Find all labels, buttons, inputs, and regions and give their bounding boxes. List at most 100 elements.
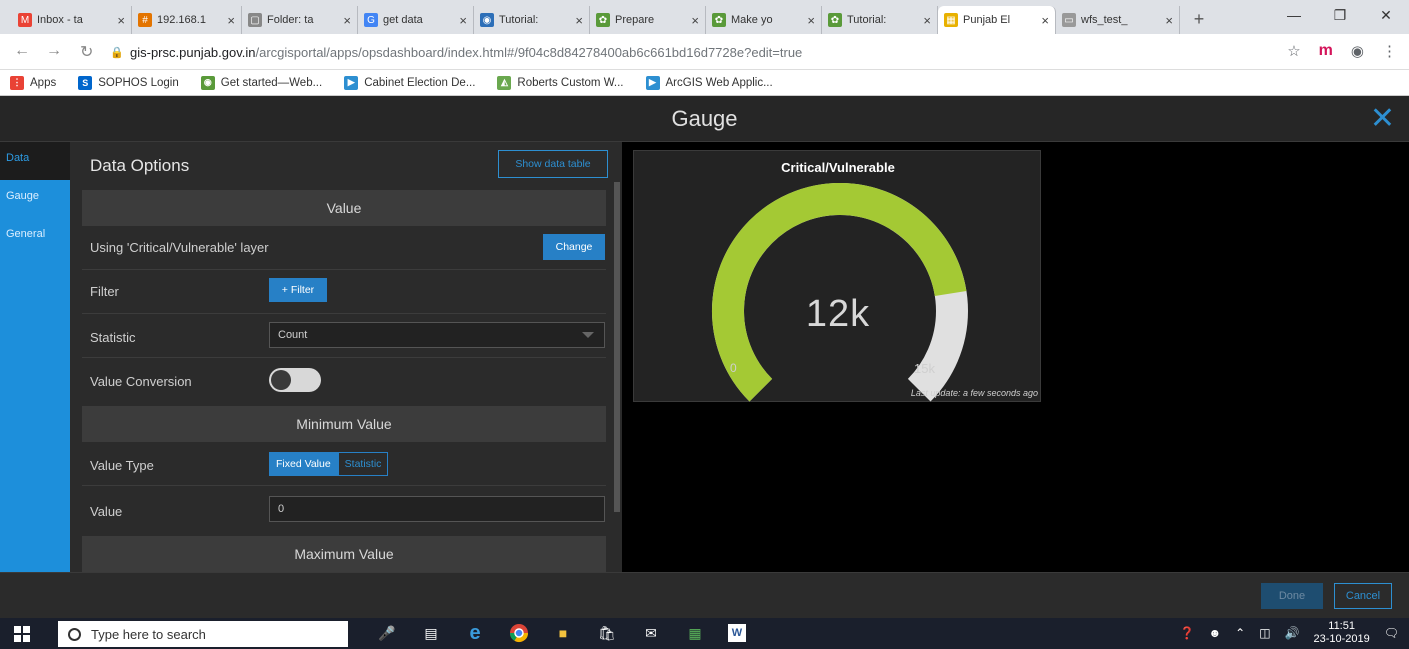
- browser-tab[interactable]: #192.168.1 ×: [132, 6, 242, 34]
- add-filter-button[interactable]: + Filter: [269, 278, 327, 302]
- reload-icon[interactable]: ↻: [80, 42, 93, 62]
- close-tab-icon[interactable]: ×: [1165, 13, 1173, 28]
- minimum-value-section-header: Minimum Value: [82, 406, 606, 442]
- browser-tab-title: Folder: ta: [267, 14, 314, 26]
- filter-row: Filter + Filter: [82, 270, 606, 314]
- chevron-up-icon[interactable]: ⌃: [1235, 626, 1245, 640]
- bookmark-item[interactable]: ⋮ Apps: [10, 75, 56, 90]
- browser-tab-title: Inbox - ta: [37, 14, 83, 26]
- bookmark-item[interactable]: ◭ Roberts Custom W...: [497, 75, 624, 90]
- chrome-icon[interactable]: [508, 622, 530, 644]
- people-icon[interactable]: ☻: [1208, 626, 1221, 640]
- bookmark-label: SOPHOS Login: [98, 76, 179, 89]
- close-tab-icon[interactable]: ×: [117, 13, 125, 28]
- apps-grid-icon: ⋮: [10, 75, 24, 90]
- address-bar: ← → ↻ 🔒 gis-prsc.punjab.gov.in/arcgispor…: [0, 34, 1409, 70]
- windows-start-icon[interactable]: [14, 626, 30, 642]
- minimize-button[interactable]: —: [1271, 0, 1317, 30]
- dialog-footer: Done Cancel: [0, 572, 1409, 618]
- close-tab-icon[interactable]: ×: [575, 13, 583, 28]
- show-data-table-button[interactable]: Show data table: [498, 150, 608, 178]
- browser-tab[interactable]: ✿ Prepare ×: [590, 6, 706, 34]
- folder-icon: ▢: [248, 13, 262, 27]
- change-layer-button[interactable]: Change: [543, 234, 605, 260]
- tab-general[interactable]: General: [0, 218, 70, 256]
- browser-tab[interactable]: ◉ Tutorial: ×: [474, 6, 590, 34]
- preview-area: Critical/Vulnerable 12k 0 15k Last updat…: [622, 142, 1409, 572]
- browser-tab[interactable]: ▢ Folder: ta ×: [242, 6, 358, 34]
- close-tab-icon[interactable]: ×: [1041, 13, 1049, 28]
- value-label: Value: [90, 504, 123, 519]
- menu-icon[interactable]: ⋮: [1382, 42, 1397, 60]
- task-view-icon[interactable]: ▤: [420, 622, 442, 644]
- back-icon[interactable]: ←: [14, 42, 30, 60]
- browser-tab[interactable]: M Inbox - ta ×: [12, 6, 132, 34]
- clock-time: 11:51: [1328, 620, 1355, 632]
- gauge-value: 12k: [805, 293, 871, 335]
- fixed-value-option[interactable]: Fixed Value: [269, 452, 338, 476]
- browser-tab[interactable]: ✿ Tutorial: ×: [822, 6, 938, 34]
- network-icon[interactable]: ◫: [1259, 626, 1270, 640]
- microphone-icon[interactable]: 🎤: [376, 622, 398, 644]
- mail-icon[interactable]: ✉: [640, 622, 662, 644]
- bookmark-item[interactable]: S SOPHOS Login: [78, 75, 179, 90]
- forward-icon[interactable]: →: [46, 42, 62, 60]
- close-tab-icon[interactable]: ×: [691, 13, 699, 28]
- bookmark-item[interactable]: ▶ Cabinet Election De...: [344, 75, 476, 90]
- gauge-chart: [711, 182, 968, 402]
- data-options-panel: Data Options Show data table Value Using…: [70, 142, 622, 572]
- word-icon[interactable]: W: [728, 624, 746, 642]
- edge-icon[interactable]: e: [464, 622, 486, 644]
- chevron-down-icon: [582, 332, 594, 338]
- profile-icon[interactable]: ◉: [1351, 42, 1364, 60]
- tab-data[interactable]: Data: [0, 142, 70, 180]
- browser-tab-title: Make yo: [731, 14, 773, 26]
- bookmark-label: Cabinet Election De...: [364, 76, 476, 89]
- value-conversion-toggle[interactable]: [269, 368, 321, 392]
- bookmark-item[interactable]: ▶ ArcGIS Web Applic...: [645, 75, 773, 90]
- close-window-button[interactable]: ✕: [1363, 0, 1409, 30]
- browser-tab-title: Punjab El: [963, 14, 1011, 26]
- done-button[interactable]: Done: [1261, 583, 1323, 609]
- browser-tab[interactable]: ▭ wfs_test_ ×: [1056, 6, 1180, 34]
- maps-app-icon[interactable]: ▦: [684, 622, 706, 644]
- browser-tab-title: 192.168.1: [157, 14, 206, 26]
- star-icon[interactable]: ☆: [1287, 42, 1300, 60]
- notifications-icon[interactable]: 🗨: [1384, 626, 1399, 640]
- statistic-select[interactable]: Count: [269, 322, 605, 348]
- browser-tab-title: get data: [383, 14, 423, 26]
- new-tab-button[interactable]: +: [1188, 10, 1210, 30]
- clock[interactable]: 11:51 23-10-2019: [1313, 620, 1369, 646]
- value-type-row: Value Type Fixed Value Statistic: [82, 442, 606, 486]
- bookmark-item[interactable]: ◉ Get started—Web...: [200, 75, 322, 90]
- close-tab-icon[interactable]: ×: [807, 13, 815, 28]
- restore-button[interactable]: ❐: [1317, 0, 1363, 30]
- close-tab-icon[interactable]: ×: [459, 13, 467, 28]
- browser-tab[interactable]: Gget data ×: [358, 6, 474, 34]
- url-field[interactable]: 🔒 gis-prsc.punjab.gov.in/arcgisportal/ap…: [110, 40, 1290, 64]
- bookmarks-bar: ⋮ Apps S SOPHOS Login ◉ Get started—Web... ▶ Ca…: [0, 70, 1409, 96]
- close-icon[interactable]: ✕: [1370, 104, 1395, 134]
- bookmark-label: Roberts Custom W...: [517, 76, 624, 89]
- close-tab-icon[interactable]: ×: [923, 13, 931, 28]
- custom-map-icon: ◭: [497, 75, 512, 90]
- sophos-icon: S: [78, 75, 93, 90]
- help-icon[interactable]: ❓: [1180, 626, 1195, 640]
- min-value-input[interactable]: 0: [269, 496, 605, 522]
- cancel-button[interactable]: Cancel: [1334, 583, 1392, 609]
- close-tab-icon[interactable]: ×: [227, 13, 235, 28]
- panel-scrollbar[interactable]: [614, 182, 620, 512]
- volume-icon[interactable]: 🔊: [1285, 626, 1300, 640]
- statistic-row: Statistic Count: [82, 314, 606, 358]
- tab-gauge[interactable]: Gauge: [0, 180, 70, 218]
- extension-m-icon[interactable]: m: [1319, 42, 1333, 60]
- statistic-option[interactable]: Statistic: [337, 452, 389, 476]
- window-controls: — ❐ ✕: [1271, 0, 1409, 30]
- taskbar-search[interactable]: Type here to search: [58, 621, 348, 647]
- close-tab-icon[interactable]: ×: [343, 13, 351, 28]
- browser-tab[interactable]: ✿ Make yo ×: [706, 6, 822, 34]
- browser-tab[interactable]: ▦ Punjab El ×: [938, 6, 1056, 34]
- file-explorer-icon[interactable]: ■: [552, 622, 574, 644]
- browser-tab-title: Prepare: [615, 14, 655, 26]
- store-icon[interactable]: 🛍: [596, 622, 618, 644]
